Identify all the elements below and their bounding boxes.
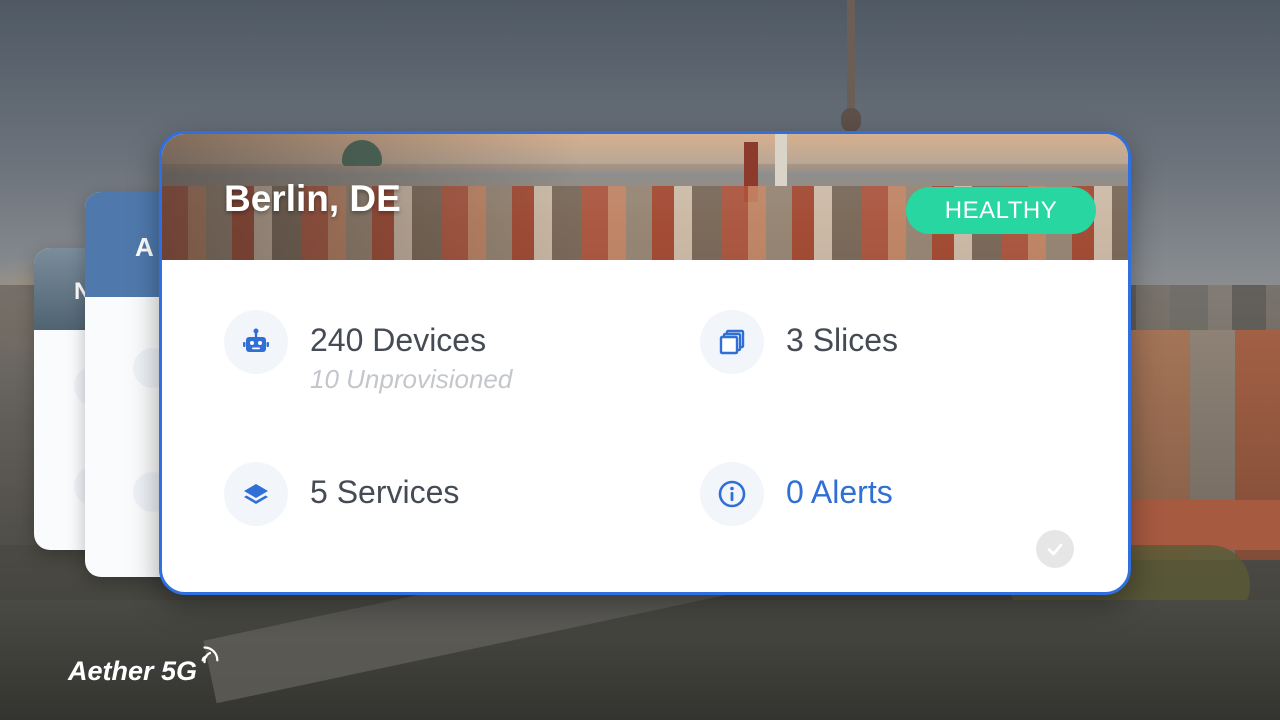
aether-5g-logo: Aether 5G — [68, 646, 221, 687]
brand-name: Aether 5G — [68, 656, 198, 686]
slices-metric[interactable]: 3 Slices — [700, 310, 898, 374]
site-card-berlin[interactable]: Berlin, DE HEALTHY 240 Devices 10 Unprov… — [159, 131, 1131, 595]
devices-metric[interactable]: 240 Devices 10 Unprovisioned — [224, 310, 512, 395]
devices-count: 240 Devices — [310, 322, 487, 358]
robot-icon — [224, 310, 288, 374]
slices-count: 3 Slices — [786, 322, 899, 358]
site-card-back-1-title: A — [135, 232, 154, 262]
check-icon — [1036, 530, 1074, 568]
alerts-count: 0 Alerts — [786, 474, 893, 510]
layers-icon — [224, 462, 288, 526]
status-badge: HEALTHY — [906, 187, 1096, 234]
stacked-squares-icon — [700, 310, 764, 374]
site-title: Berlin, DE — [224, 178, 401, 219]
services-metric[interactable]: 5 Services — [224, 462, 459, 526]
signal-waves-icon — [201, 646, 219, 664]
unprovisioned-count: 10 Unprovisioned — [310, 364, 513, 394]
services-count: 5 Services — [310, 474, 460, 510]
info-icon — [700, 462, 764, 526]
alerts-metric[interactable]: 0 Alerts — [700, 462, 893, 526]
